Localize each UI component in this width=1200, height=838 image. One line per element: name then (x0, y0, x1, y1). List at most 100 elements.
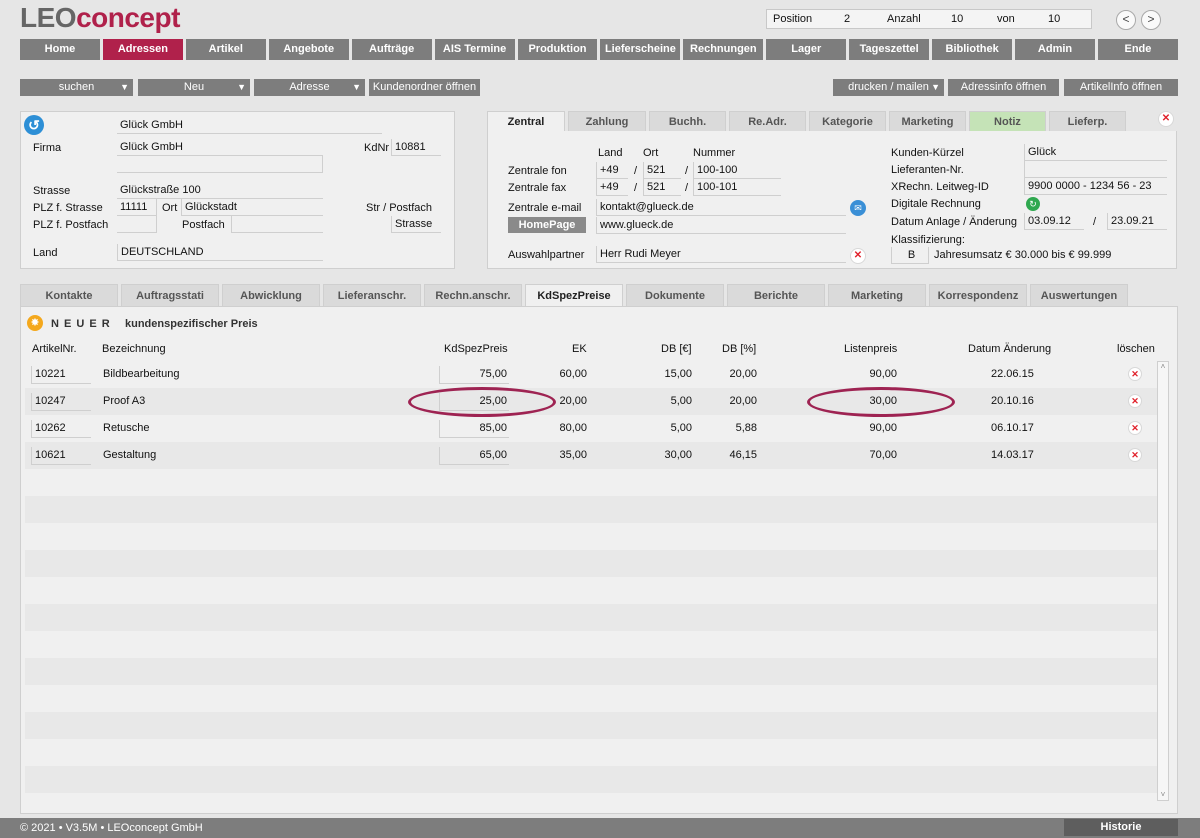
col-datum-aenderung[interactable]: Datum Änderung (968, 343, 1051, 355)
table-row[interactable] (25, 631, 1157, 658)
suchen-dropdown[interactable]: suchen ▼ (20, 79, 133, 96)
artikelinfo-oeffnen-button[interactable]: ArtikelInfo öffnen (1064, 79, 1178, 96)
delete-icon[interactable]: ✕ (1128, 421, 1142, 435)
tab-rechn-anschr-[interactable]: Rechn.anschr. (424, 284, 522, 306)
firma-field[interactable]: Glück GmbH (117, 139, 323, 156)
nav-lieferscheine[interactable]: Lieferscheine (600, 39, 681, 60)
close-icon[interactable]: ✕ (1158, 111, 1174, 127)
col-kdspezpreis[interactable]: KdSpezPreis (444, 343, 508, 355)
nav-ais-termine[interactable]: AIS Termine (434, 39, 515, 60)
tab-korrespondenz[interactable]: Korrespondenz (929, 284, 1027, 306)
klassifizierung-select[interactable]: B (891, 247, 929, 264)
tab-auftragsstati[interactable]: Auftragsstati (121, 284, 219, 306)
tab-berichte[interactable]: Berichte (727, 284, 825, 306)
table-row[interactable] (25, 712, 1157, 739)
new-star-icon[interactable]: ✸ (27, 315, 43, 331)
delete-icon[interactable]: ✕ (1128, 367, 1142, 381)
table-row[interactable] (25, 604, 1157, 631)
table-row[interactable] (25, 766, 1157, 793)
col-artikelnr[interactable]: ArtikelNr. (32, 343, 77, 355)
nav-tageszettel[interactable]: Tageszettel (849, 39, 930, 60)
tab-lieferanschr-[interactable]: Lieferanschr. (323, 284, 421, 306)
tab-marketing[interactable]: Marketing (889, 111, 966, 132)
xrechn-leitweg-field[interactable]: 9900 0000 - 1234 56 - 23 (1024, 178, 1167, 195)
fon-ort-field[interactable]: 521 (643, 162, 681, 179)
col-ek[interactable]: EK (572, 343, 587, 355)
nav-lager[interactable]: Lager (766, 39, 847, 60)
firma-line2-field[interactable] (117, 156, 323, 173)
table-row[interactable]: 10262 Retusche 85,00 80,00 5,00 5,88 90,00 06.1… (25, 415, 1157, 442)
homepage-button[interactable]: HomePage (508, 217, 586, 233)
adressinfo-oeffnen-button[interactable]: Adressinfo öffnen (948, 79, 1059, 96)
table-row[interactable] (25, 739, 1157, 766)
str-postfach-select[interactable]: Strasse (391, 216, 441, 233)
tab-kdspezpreise[interactable]: KdSpezPreise (525, 284, 623, 306)
new-price-label-b[interactable]: kundenspezifischer Preis (125, 318, 258, 330)
neu-dropdown[interactable]: Neu ▼ (138, 79, 250, 96)
tab-notiz[interactable]: Notiz (969, 111, 1046, 132)
tab-lieferp-[interactable]: Lieferp. (1049, 111, 1126, 132)
strasse-field[interactable]: Glückstraße 100 (117, 182, 323, 199)
delete-icon[interactable]: ✕ (1128, 394, 1142, 408)
table-row[interactable] (25, 469, 1157, 496)
tab-kontakte[interactable]: Kontakte (20, 284, 118, 306)
scroll-up-icon[interactable]: ˄ (1158, 362, 1168, 372)
artikelnr-field[interactable]: 10221 (31, 366, 91, 384)
historie-button[interactable]: Historie (1064, 819, 1178, 836)
tab-auswertungen[interactable]: Auswertungen (1030, 284, 1128, 306)
nav-admin[interactable]: Admin (1015, 39, 1095, 60)
email-field[interactable]: kontakt@glueck.de (596, 199, 846, 216)
nav-home[interactable]: Home (20, 39, 100, 60)
kdnr-field[interactable]: 10881 (391, 139, 441, 156)
tab-kategorie[interactable]: Kategorie (809, 111, 886, 132)
envelope-icon[interactable]: ✉ (850, 200, 866, 216)
nav-ende[interactable]: Ende (1097, 39, 1178, 60)
lieferanten-nr-field[interactable] (1024, 161, 1167, 178)
nav-aufträge[interactable]: Aufträge (351, 39, 432, 60)
table-row[interactable]: 10621 Gestaltung 65,00 35,00 30,00 46,15 70,00… (25, 442, 1157, 469)
plz-field[interactable]: 11111 (117, 199, 157, 216)
drucken-mailen-dropdown[interactable]: drucken / mailen ▼ (833, 79, 944, 96)
nav-produktion[interactable]: Produktion (517, 39, 598, 60)
scroll-down-icon[interactable]: ˅ (1158, 790, 1168, 800)
artikelnr-field[interactable]: 10262 (31, 420, 91, 438)
plz-postfach-field[interactable] (117, 216, 157, 233)
table-row[interactable] (25, 550, 1157, 577)
adresse-dropdown[interactable]: Adresse ▼ (254, 79, 365, 96)
back-arrow-icon[interactable]: ↺ (24, 115, 44, 135)
table-row[interactable]: 10221 Bildbearbeitung 75,00 60,00 15,00 20,00… (25, 361, 1157, 388)
col-db-eur[interactable]: DB [€] (661, 343, 692, 355)
fax-land-field[interactable]: +49 (596, 179, 628, 196)
homepage-field[interactable]: www.glueck.de (596, 217, 846, 234)
kundenordner-oeffnen-button[interactable]: Kundenordner öffnen (369, 79, 480, 96)
artikelnr-field[interactable]: 10247 (31, 393, 91, 411)
table-row[interactable]: 10247 Proof A3 25,00 20,00 5,00 20,00 30,00 20.… (25, 388, 1157, 415)
kunden-kuerzel-field[interactable]: Glück (1024, 144, 1167, 161)
col-db-pct[interactable]: DB [%] (722, 343, 756, 355)
table-row[interactable] (25, 523, 1157, 550)
remove-partner-icon[interactable]: ✕ (850, 248, 866, 264)
table-row[interactable] (25, 577, 1157, 604)
tab-re-adr-[interactable]: Re.Adr. (729, 111, 806, 132)
land-field[interactable]: DEUTSCHLAND (117, 244, 323, 261)
fax-nummer-field[interactable]: 100-101 (693, 179, 781, 196)
name-top-field[interactable]: Glück GmbH (117, 117, 382, 134)
vertical-scrollbar[interactable]: ˄ ˅ (1157, 361, 1169, 801)
postfach-field[interactable] (231, 216, 323, 233)
nav-bibliothek[interactable]: Bibliothek (932, 39, 1013, 60)
table-row[interactable] (25, 685, 1157, 712)
tab-abwicklung[interactable]: Abwicklung (222, 284, 320, 306)
kdspezpreis-field[interactable]: 75,00 (439, 366, 509, 384)
col-bezeichnung[interactable]: Bezeichnung (102, 343, 166, 355)
kdspezpreis-field[interactable]: 65,00 (439, 447, 509, 465)
delete-icon[interactable]: ✕ (1128, 448, 1142, 462)
nav-artikel[interactable]: Artikel (185, 39, 266, 60)
tab-buchh-[interactable]: Buchh. (649, 111, 726, 132)
fax-ort-field[interactable]: 521 (643, 179, 681, 196)
ort-field[interactable]: Glückstadt (181, 199, 323, 216)
next-record-button[interactable]: > (1141, 10, 1161, 30)
tab-zahlung[interactable]: Zahlung (568, 111, 646, 132)
kdspezpreis-field[interactable]: 85,00 (439, 420, 509, 438)
tab-marketing[interactable]: Marketing (828, 284, 926, 306)
tab-dokumente[interactable]: Dokumente (626, 284, 724, 306)
